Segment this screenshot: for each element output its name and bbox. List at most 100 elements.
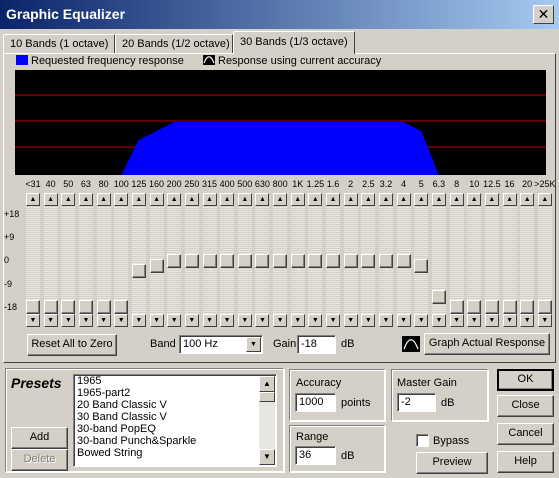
slider-thumb[interactable] (431, 290, 446, 304)
slider-thumb[interactable] (78, 300, 93, 314)
slider-down-icon[interactable]: ▼ (343, 314, 358, 327)
band-slider[interactable]: ▲ ▼ (343, 193, 358, 328)
slider-track[interactable] (26, 207, 40, 314)
band-slider[interactable]: ▲ ▼ (255, 193, 270, 328)
band-slider[interactable]: ▲ ▼ (114, 193, 129, 328)
slider-track[interactable] (537, 207, 552, 314)
slider-up-icon[interactable]: ▲ (273, 193, 288, 206)
slider-down-icon[interactable]: ▼ (290, 314, 305, 327)
slider-thumb[interactable] (184, 254, 199, 268)
slider-up-icon[interactable]: ▲ (343, 193, 358, 206)
slider-track[interactable] (396, 207, 411, 314)
slider-thumb[interactable] (396, 254, 411, 268)
band-slider[interactable]: ▲ ▼ (43, 193, 58, 328)
close-button[interactable]: Close (497, 395, 554, 417)
slider-track[interactable] (484, 207, 499, 314)
accuracy-input[interactable]: 1000 (295, 393, 336, 412)
scroll-down-icon[interactable]: ▼ (259, 449, 275, 465)
slider-thumb[interactable] (220, 254, 235, 268)
add-preset-button[interactable]: Add (11, 427, 68, 449)
slider-thumb[interactable] (26, 300, 40, 314)
slider-up-icon[interactable]: ▲ (167, 193, 182, 206)
slider-track[interactable] (78, 207, 93, 314)
help-button[interactable]: Help (497, 451, 554, 473)
slider-thumb[interactable] (537, 300, 552, 314)
slider-down-icon[interactable]: ▼ (167, 314, 182, 327)
slider-track[interactable] (467, 207, 482, 314)
cancel-button[interactable]: Cancel (497, 423, 554, 445)
slider-up-icon[interactable]: ▲ (43, 193, 58, 206)
band-slider[interactable]: ▲ ▼ (502, 193, 517, 328)
slider-down-icon[interactable]: ▼ (396, 314, 411, 327)
preview-button[interactable]: Preview (416, 452, 488, 474)
scroll-thumb[interactable] (259, 392, 275, 402)
slider-down-icon[interactable]: ▼ (237, 314, 252, 327)
reset-all-button[interactable]: Reset All to Zero (27, 334, 117, 356)
preset-item[interactable]: 1965-part2 (74, 387, 276, 399)
slider-up-icon[interactable]: ▲ (237, 193, 252, 206)
slider-up-icon[interactable]: ▲ (308, 193, 323, 206)
slider-track[interactable] (449, 207, 464, 314)
tab-10-bands[interactable]: 10 Bands (1 octave) (3, 34, 115, 54)
slider-down-icon[interactable]: ▼ (502, 314, 517, 327)
slider-up-icon[interactable]: ▲ (449, 193, 464, 206)
slider-track[interactable] (308, 207, 323, 314)
slider-down-icon[interactable]: ▼ (43, 314, 58, 327)
slider-down-icon[interactable]: ▼ (61, 314, 76, 327)
slider-thumb[interactable] (290, 254, 305, 268)
slider-track[interactable] (502, 207, 517, 314)
slider-down-icon[interactable]: ▼ (361, 314, 376, 327)
gain-input[interactable]: -18 (297, 335, 336, 354)
chevron-down-icon[interactable]: ▼ (246, 337, 261, 352)
slider-track[interactable] (343, 207, 358, 314)
band-slider[interactable]: ▲ ▼ (131, 193, 146, 328)
slider-thumb[interactable] (96, 300, 111, 314)
slider-down-icon[interactable]: ▼ (326, 314, 341, 327)
slider-down-icon[interactable]: ▼ (255, 314, 270, 327)
slider-track[interactable] (149, 207, 164, 314)
slider-thumb[interactable] (520, 300, 535, 314)
slider-down-icon[interactable]: ▼ (414, 314, 429, 327)
slider-up-icon[interactable]: ▲ (149, 193, 164, 206)
slider-track[interactable] (290, 207, 305, 314)
slider-up-icon[interactable]: ▲ (484, 193, 499, 206)
slider-thumb[interactable] (308, 254, 323, 268)
close-window-button[interactable]: ✕ (533, 5, 554, 24)
preset-item[interactable]: 30-band PopEQ (74, 423, 276, 435)
slider-thumb[interactable] (343, 254, 358, 268)
band-slider[interactable]: ▲ ▼ (237, 193, 252, 328)
band-slider[interactable]: ▲ ▼ (26, 193, 40, 328)
range-input[interactable]: 36 (295, 446, 336, 465)
slider-up-icon[interactable]: ▲ (184, 193, 199, 206)
band-slider[interactable]: ▲ ▼ (184, 193, 199, 328)
graph-actual-response-button[interactable]: Graph Actual Response (424, 333, 550, 355)
slider-down-icon[interactable]: ▼ (273, 314, 288, 327)
slider-thumb[interactable] (114, 300, 129, 314)
slider-track[interactable] (255, 207, 270, 314)
slider-thumb[interactable] (484, 300, 499, 314)
slider-down-icon[interactable]: ▼ (308, 314, 323, 327)
slider-thumb[interactable] (361, 254, 376, 268)
master-gain-input[interactable]: -2 (397, 393, 436, 412)
band-slider[interactable]: ▲ ▼ (414, 193, 429, 328)
slider-thumb[interactable] (273, 254, 288, 268)
slider-track[interactable] (167, 207, 182, 314)
preset-item[interactable]: 1965 (74, 375, 276, 387)
slider-up-icon[interactable]: ▲ (537, 193, 552, 206)
slider-track[interactable] (361, 207, 376, 314)
slider-up-icon[interactable]: ▲ (61, 193, 76, 206)
band-slider[interactable]: ▲ ▼ (96, 193, 111, 328)
slider-track[interactable] (414, 207, 429, 314)
tab-20-bands[interactable]: 20 Bands (1/2 octave) (115, 34, 233, 54)
band-slider[interactable]: ▲ ▼ (290, 193, 305, 328)
slider-thumb[interactable] (449, 300, 464, 314)
slider-up-icon[interactable]: ▲ (431, 193, 446, 206)
slider-down-icon[interactable]: ▼ (78, 314, 93, 327)
band-slider[interactable]: ▲ ▼ (361, 193, 376, 328)
scroll-up-icon[interactable]: ▲ (259, 376, 275, 392)
band-slider[interactable]: ▲ ▼ (520, 193, 535, 328)
slider-up-icon[interactable]: ▲ (255, 193, 270, 206)
slider-track[interactable] (184, 207, 199, 314)
band-slider[interactable]: ▲ ▼ (61, 193, 76, 328)
delete-preset-button[interactable]: Delete (11, 449, 68, 471)
